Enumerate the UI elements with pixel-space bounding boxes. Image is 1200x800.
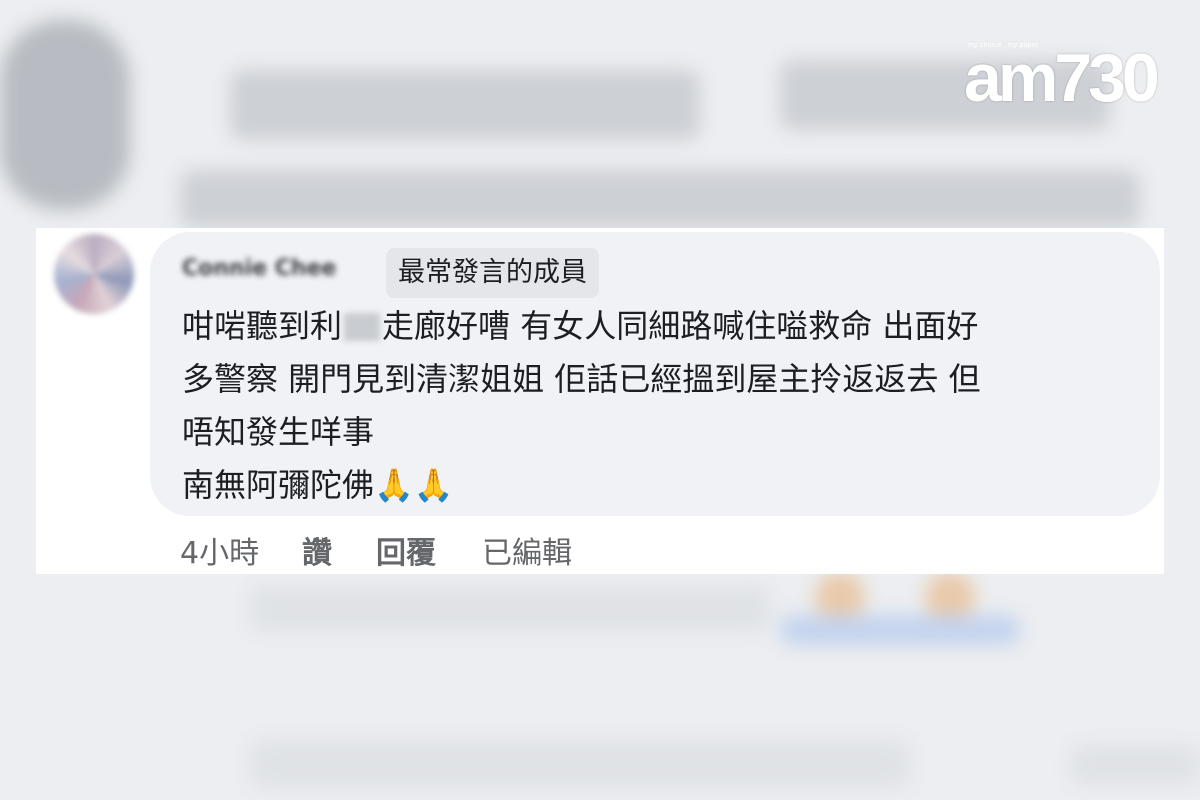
message-line-4: 南無阿彌陀佛🙏🙏 [182,466,454,504]
redacted-text [344,313,381,341]
comment-author[interactable]: Connie Chee [182,256,336,281]
message-line-3: 唔知發生咩事 [182,413,375,451]
message-line-1-end: 走廊好嘈 有女人同細路喊住嗌救命 出面好 [382,307,979,345]
am730-logo: my choice . my paper am730 [964,38,1160,116]
comment-timestamp[interactable]: 4小時 [180,528,259,572]
logo-wordmark: am730 [964,40,1160,116]
message-line-1-start: 咁啱聽到利 [182,307,343,345]
comment-bubble: Connie Chee 最常發言的成員 咁啱聽到利 走廊好嘈 有女人同細路喊住嗌救… [150,232,1160,516]
message-line-2: 多警察 開門見到清潔姐姐 佢話已經搵到屋主拎返返去 但 [182,360,981,398]
reply-button[interactable]: 回覆 [376,528,436,572]
top-contributor-badge: 最常發言的成員 [386,248,599,298]
edited-label[interactable]: 已編輯 [482,528,572,572]
comment-message: 咁啱聽到利 走廊好嘈 有女人同細路喊住嗌救命 出面好 多警察 開門見到清潔姐姐 佢… [182,300,1142,512]
message-line-1: 咁啱聽到利 走廊好嘈 有女人同細路喊住嗌救命 出面好 [182,300,1142,353]
comment-card: Connie Chee 最常發言的成員 咁啱聽到利 走廊好嘈 有女人同細路喊住嗌救… [36,228,1164,574]
like-button[interactable]: 讚 [302,528,332,572]
avatar[interactable] [54,234,134,314]
